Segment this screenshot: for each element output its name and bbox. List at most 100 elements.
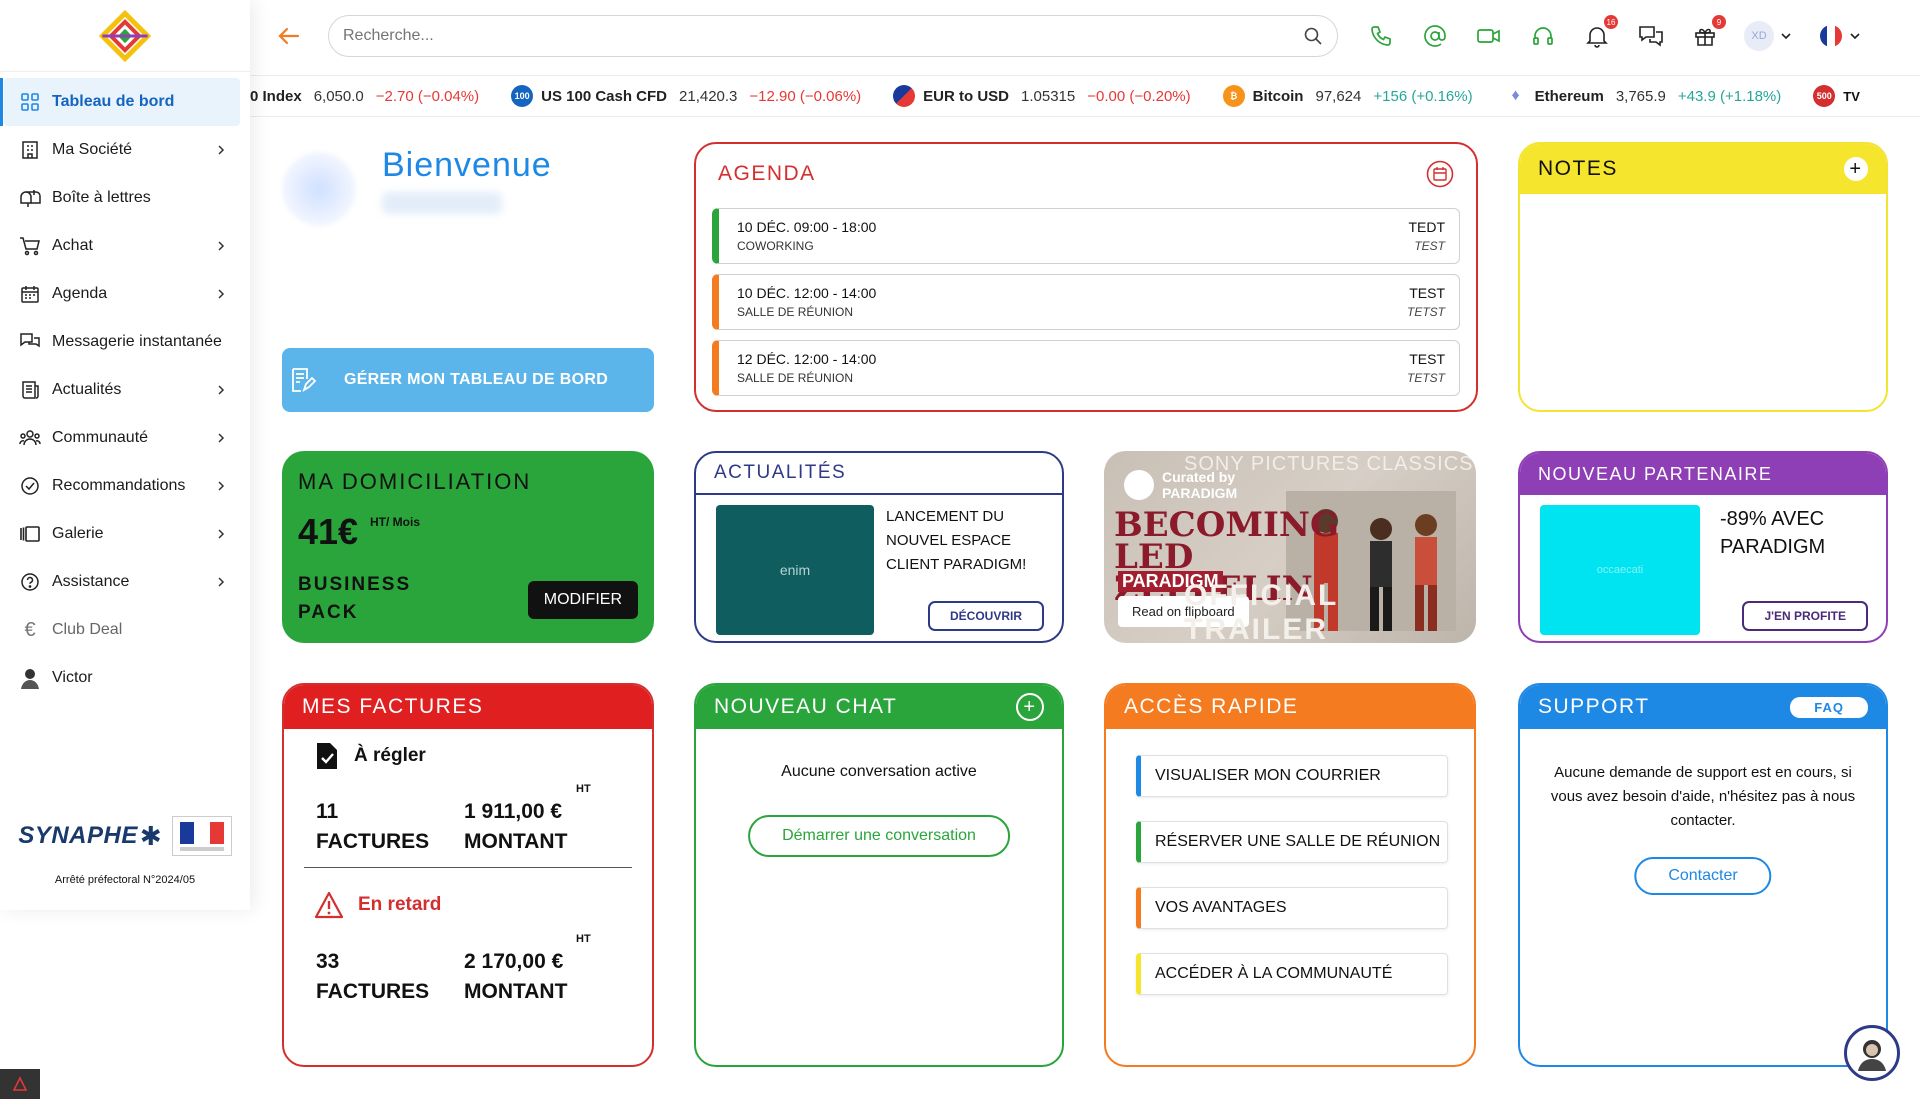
sidebar-item-purchase[interactable]: Achat — [0, 222, 250, 270]
search-bar — [328, 15, 1338, 57]
help-circle-icon — [18, 570, 42, 594]
modify-button[interactable]: MODIFIER — [527, 581, 638, 619]
sidebar-item-victor[interactable]: Victor — [0, 654, 250, 702]
faq-button[interactable]: FAQ — [1790, 696, 1868, 718]
arrete-text: Arrêté préfectoral N°2024/05 — [54, 874, 196, 886]
bell-icon[interactable]: 16 — [1582, 15, 1618, 51]
plus-icon: + — [1023, 695, 1037, 718]
claim-offer-button[interactable]: J'EN PROFITE — [1742, 601, 1868, 631]
ticker-price: 97,624 — [1315, 87, 1362, 105]
search-input[interactable] — [343, 27, 1303, 45]
sidebar-item-messaging[interactable]: Messagerie instantanée — [0, 318, 250, 366]
at-sign-icon[interactable] — [1420, 21, 1450, 51]
messages-icon[interactable] — [1636, 21, 1666, 51]
sidebar-item-club-deal[interactable]: € Club Deal — [0, 606, 250, 654]
event-time: 12 DÉC. 12:00 - 14:00 — [737, 351, 877, 367]
sidebar-item-label: Messagerie instantanée — [52, 333, 222, 350]
sidebar-item-agenda[interactable]: Agenda — [0, 270, 250, 318]
gift-icon[interactable]: 9 — [1690, 15, 1726, 51]
ticker-name: Ethereum — [1534, 87, 1604, 105]
invoices-late-count: 33 FACTURES — [316, 950, 430, 1003]
event-title: TEDT — [1408, 219, 1445, 235]
quick-access-mail[interactable]: VISUALISER MON COURRIER — [1136, 755, 1448, 797]
topbar: 16 9 XD — [250, 0, 1920, 72]
domiciliation-unit: HT/ Mois — [370, 515, 420, 529]
ticker-item[interactable]: 100 US 100 Cash CFD 21,420.3 −12.90 (−0.… — [511, 85, 861, 107]
republique-francaise-logo — [171, 816, 232, 856]
headset-icon[interactable] — [1528, 21, 1558, 51]
agenda-event[interactable]: 12 DÉC. 12:00 - 14:00 SALLE DE RÉUNION TE… — [712, 340, 1460, 396]
chevron-right-icon — [218, 433, 225, 443]
sidebar-item-company[interactable]: Ma Société — [0, 126, 250, 174]
sidebar-item-news[interactable]: Actualités — [0, 366, 250, 414]
chevron-right-icon — [218, 529, 225, 539]
sidebar-item-community[interactable]: Communauté — [0, 414, 250, 462]
news-text: LANCEMENT DU NOUVEL ESPACE CLIENT PARADI… — [886, 508, 1027, 573]
agenda-card: AGENDA 10 DÉC. 09:00 - 18:00 COWORKING TE… — [694, 142, 1478, 412]
quick-access-book-room[interactable]: RÉSERVER UNE SALLE DE RÉUNION — [1136, 821, 1448, 863]
sidebar-item-dashboard[interactable]: Tableau de bord — [0, 78, 240, 126]
invoices-late-header[interactable]: En retard — [314, 891, 441, 919]
edit-dashboard-icon — [292, 368, 316, 393]
ticker-item[interactable]: 0 Index 6,050.0 −2.70 (−0.04%) — [250, 88, 479, 105]
ticker-name: EUR to USD — [923, 87, 1009, 105]
promo-video-card[interactable]: SONY PICTURES CLASSICS Curated by PARADIG… — [1104, 451, 1476, 643]
ticker-item[interactable]: ₿ Bitcoin 97,624 +156 (+0.16%) — [1222, 85, 1473, 107]
video-icon[interactable] — [1474, 21, 1504, 51]
invoices-late-amount: 2 170,00 € MONTANT — [464, 950, 568, 1003]
sidebar-item-label: Ma Société — [52, 141, 133, 158]
language-menu[interactable] — [1816, 21, 1864, 51]
sidebar-item-mailbox[interactable]: Boîte à lettres — [0, 174, 250, 222]
domiciliation-price: 41€ — [298, 511, 359, 552]
tradingview-icon: TV — [1843, 88, 1860, 104]
sp500-icon: 500 — [1813, 85, 1836, 107]
assistant-chat-bubble[interactable] — [1844, 1025, 1900, 1081]
new-chat-button[interactable]: + — [1016, 693, 1044, 721]
agenda-title: AGENDA — [718, 162, 816, 185]
event-subtitle: TETST — [1407, 305, 1445, 319]
partner-title: NOUVEAU PARTENAIRE — [1538, 463, 1773, 484]
calendar-icon[interactable] — [1426, 160, 1454, 188]
discover-button[interactable]: DÉCOUVRIR — [927, 601, 1044, 631]
sidebar-item-recommendations[interactable]: Recommandations — [0, 462, 250, 510]
quick-access-community[interactable]: ACCÉDER À LA COMMUNAUTÉ — [1136, 953, 1448, 995]
invoices-due-amount: 1 911,00 € MONTANT — [464, 800, 568, 853]
back-arrow-icon[interactable] — [272, 20, 304, 52]
topbar-icons: 16 9 XD — [1366, 15, 1864, 51]
sidebar-nav: Tableau de bord Ma Société Boîte à lettr… — [0, 72, 250, 702]
search-icon[interactable] — [1303, 26, 1323, 46]
sidebar-item-assistance[interactable]: Assistance — [0, 558, 250, 606]
phone-icon[interactable] — [1366, 21, 1396, 51]
agenda-event[interactable]: 10 DÉC. 12:00 - 14:00 SALLE DE RÉUNION TE… — [712, 274, 1460, 330]
sidebar-item-gallery[interactable]: Galerie — [0, 510, 250, 558]
logo[interactable] — [0, 0, 250, 72]
contact-button[interactable]: Contacter — [1634, 857, 1772, 895]
sidebar: Tableau de bord Ma Société Boîte à lettr… — [0, 0, 250, 910]
no-conversation-text: Aucune conversation active — [781, 763, 977, 780]
quick-access-advantages[interactable]: VOS AVANTAGES — [1136, 887, 1448, 929]
sidebar-item-label: Recommandations — [52, 477, 186, 494]
ticker-item[interactable]: EUR to USD 1.05315 −0.00 (−0.20%) — [893, 85, 1191, 107]
manage-dashboard-button[interactable]: GÉRER MON TABLEAU DE BORD — [282, 348, 654, 412]
plus-icon: + — [1849, 157, 1863, 180]
eur-usd-icon — [893, 85, 916, 107]
ticker-price: 6,050.0 — [313, 87, 364, 105]
user-menu[interactable]: XD — [1744, 21, 1792, 51]
invoices-due-header[interactable]: À régler — [314, 741, 426, 771]
asterisk-icon: ✱ — [139, 820, 162, 851]
notes-card: NOTES + — [1518, 142, 1888, 412]
market-ticker[interactable]: 0 Index 6,050.0 −2.70 (−0.04%) 100 US 10… — [250, 75, 1920, 117]
cart-icon — [18, 234, 42, 258]
event-title: TEST — [1409, 351, 1445, 367]
start-conversation-button[interactable]: Démarrer une conversation — [748, 815, 1010, 857]
support-text: Aucune demande de support est en cours, … — [1550, 764, 1856, 829]
ticker-item[interactable]: 500 TV — [1813, 85, 1860, 107]
agenda-event[interactable]: 10 DÉC. 09:00 - 18:00 COWORKING TEDT TEST — [712, 208, 1460, 264]
chevron-right-icon — [218, 289, 225, 299]
victor-avatar-icon — [18, 666, 42, 690]
ticker-item[interactable]: ♦ Ethereum 3,765.9 +43.9 (+1.18%) — [1504, 85, 1781, 107]
notification-badge: 16 — [1604, 15, 1618, 29]
corner-logo-icon[interactable] — [0, 1069, 40, 1099]
domiciliation-card: MA DOMICILIATION 41€ HT/ Mois BUSINESS P… — [282, 451, 654, 643]
add-note-button[interactable]: + — [1844, 157, 1868, 181]
